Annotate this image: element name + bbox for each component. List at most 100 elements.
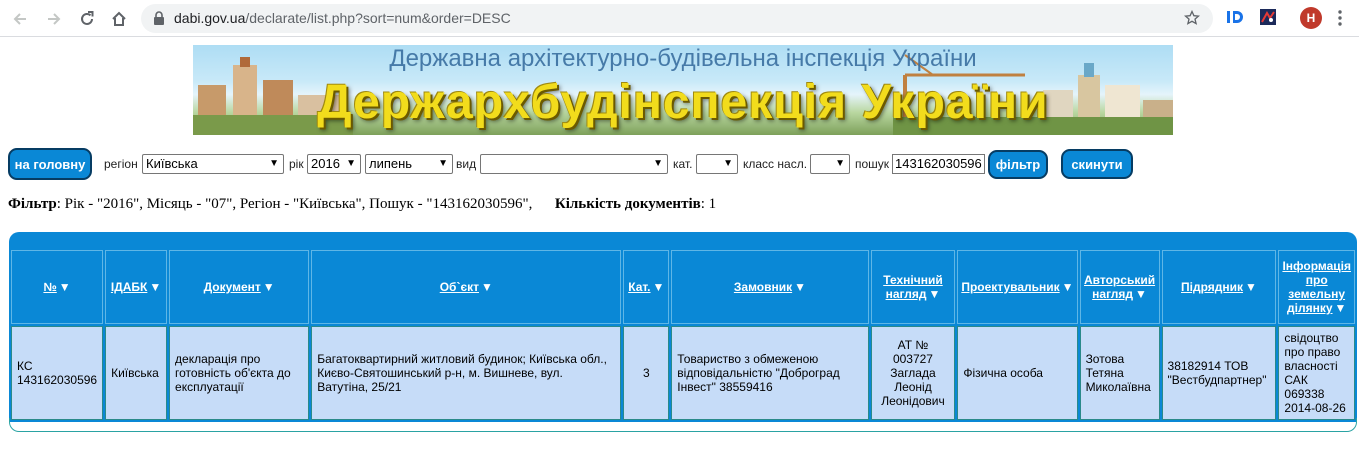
chevron-down-icon: ▼: [723, 158, 733, 169]
more-menu-icon[interactable]: [1338, 9, 1342, 32]
document-count-label: Кількість документів: [554, 196, 701, 212]
forward-arrow-icon[interactable]: [42, 7, 66, 31]
cell-tech-supervision: АТ № 003727 Заглада Леонід Леонідович: [870, 326, 956, 420]
chevron-down-icon: ▼: [835, 158, 845, 169]
filter-summary-text: : Рік - "2016", Місяць - "07", Регіон - …: [56, 196, 533, 212]
column-header-label: ІДАБК: [110, 280, 148, 294]
url-path: /declarate/list.php?sort=num&order=DESC: [245, 10, 511, 26]
type-select[interactable]: ▼: [480, 154, 668, 174]
filter-summary-label: Фільтр: [8, 196, 57, 212]
column-header-object[interactable]: Об`єкт ▼: [311, 250, 622, 324]
documents-table-container: № ▼ ІДАБК ▼ Документ ▼ Об`єкт ▼ Кат. ▼ Замовн…: [9, 232, 1357, 432]
filter-button[interactable]: фільтр: [988, 150, 1048, 179]
sort-arrow-icon: ▼: [1061, 280, 1074, 294]
column-header-contractor[interactable]: Підрядник ▼: [1161, 250, 1277, 324]
column-header-label: Технічний: [883, 273, 943, 287]
sort-arrow-icon: ▼: [794, 280, 807, 294]
avatar-letter: Н: [1306, 11, 1316, 25]
sort-arrow-icon: ▼: [149, 280, 162, 294]
browser-toolbar: dabi.gov.ua/declarate/list.php?sort=num&…: [0, 0, 1359, 37]
sort-arrow-icon: ▼: [1135, 287, 1147, 301]
sort-arrow-icon: ▼: [58, 280, 71, 294]
column-header-number[interactable]: № ▼: [11, 250, 104, 324]
chevron-down-icon: ▼: [269, 158, 279, 169]
cell-land-info: свідоцтво про право власності САК 069338…: [1278, 326, 1355, 420]
month-select[interactable]: липень ▼: [365, 154, 453, 174]
extension-id-icon[interactable]: [1226, 8, 1244, 31]
column-header-customer[interactable]: Замовник ▼: [671, 250, 869, 324]
column-header-label-line2: нагляд: [1092, 287, 1134, 301]
category-select[interactable]: ▼: [696, 154, 738, 174]
banner-title: Держархбудінспекція України: [317, 76, 1049, 129]
cell-contractor: 38182914 ТОВ "Вестбудпартнер": [1161, 326, 1277, 420]
address-bar[interactable]: dabi.gov.ua/declarate/list.php?sort=num&…: [141, 4, 1213, 33]
reset-button[interactable]: скинути: [1061, 149, 1133, 179]
region-select-value: Київська: [146, 156, 198, 171]
cell-object: Багатоквартирний житловий будинок; Київс…: [311, 326, 622, 420]
region-label: регіон: [104, 157, 138, 171]
table-bottom-frame: [9, 418, 1357, 432]
year-label: рік: [289, 157, 304, 171]
search-input[interactable]: 143162030596: [892, 154, 985, 174]
site-banner: Державна архітектурно-будівельна інспекц…: [193, 45, 1173, 135]
column-header-idabk[interactable]: ІДАБК ▼: [105, 250, 168, 324]
category-label: кат.: [673, 157, 693, 171]
home-icon[interactable]: [107, 7, 131, 31]
month-select-value: липень: [369, 156, 413, 171]
column-header-label: Кат.: [628, 280, 651, 294]
column-header-label: Авторський: [1084, 273, 1156, 287]
cell-number: КС 143162030596: [11, 326, 104, 420]
year-select[interactable]: 2016 ▼: [307, 154, 361, 174]
column-header-label: Підрядник: [1181, 280, 1244, 294]
chevron-down-icon: ▼: [653, 158, 663, 169]
search-label: пошук: [855, 157, 890, 171]
type-label: вид: [456, 157, 477, 171]
sort-arrow-icon: ▼: [652, 280, 665, 294]
filter-summary: Фільтр: Рік - "2016", Місяць - "07", Рег…: [8, 196, 716, 213]
column-header-document[interactable]: Документ ▼: [169, 250, 310, 324]
bookmark-star-icon[interactable]: [1183, 9, 1201, 31]
column-header-author-supervision[interactable]: Авторський нагляд ▼: [1079, 250, 1160, 324]
url-host: dabi.gov.ua: [174, 10, 246, 26]
lock-icon: [153, 11, 165, 30]
sort-arrow-icon: ▼: [1334, 301, 1347, 315]
document-count-value: : 1: [700, 196, 717, 212]
documents-table: № ▼ ІДАБК ▼ Документ ▼ Об`єкт ▼ Кат. ▼ Замовн…: [9, 248, 1357, 422]
column-header-label: Об`єкт: [439, 280, 479, 294]
extension-icon[interactable]: [1259, 8, 1277, 31]
chevron-down-icon: ▼: [438, 158, 448, 169]
url-text: dabi.gov.ua/declarate/list.php?sort=num&…: [174, 10, 511, 26]
column-header-tech-supervision[interactable]: Технічний нагляд ▼: [870, 250, 956, 324]
sort-arrow-icon: ▼: [480, 280, 493, 294]
reload-icon[interactable]: [75, 7, 99, 31]
table-top-bar: [9, 232, 1357, 248]
column-header-label: Замовник: [733, 280, 793, 294]
cell-category: 3: [623, 326, 670, 420]
banner-subtitle: Державна архітектурно-будівельна інспекц…: [389, 45, 977, 72]
class-label: класс насл.: [743, 157, 808, 171]
cell-idabk: Київська: [105, 326, 168, 420]
sort-arrow-icon: ▼: [262, 280, 275, 294]
column-header-label: Інформація про земельну: [1282, 259, 1351, 301]
profile-avatar[interactable]: Н: [1300, 7, 1322, 29]
region-select[interactable]: Київська ▼: [142, 154, 284, 174]
chevron-down-icon: ▼: [346, 158, 356, 169]
cell-customer: Товариство з обмеженою відповідальністю …: [671, 326, 869, 420]
column-header-land-info[interactable]: Інформація про земельну ділянку ▼: [1278, 250, 1355, 324]
cell-author-supervision: Зотова Тетяна Миколаївна: [1079, 326, 1160, 420]
table-header-row: № ▼ ІДАБК ▼ Документ ▼ Об`єкт ▼ Кат. ▼ Замовн…: [11, 250, 1355, 324]
class-select[interactable]: ▼: [810, 154, 850, 174]
sort-arrow-icon: ▼: [1245, 280, 1257, 294]
sort-arrow-icon: ▼: [928, 287, 941, 301]
column-header-designer[interactable]: Проектувальник ▼: [957, 250, 1078, 324]
home-button[interactable]: на головну: [8, 148, 92, 180]
cell-document: декларація про готовність об'єкта до екс…: [169, 326, 310, 420]
column-header-category[interactable]: Кат. ▼: [623, 250, 670, 324]
column-header-label-line2: нагляд: [885, 287, 927, 301]
column-header-label-line2: ділянку: [1287, 301, 1333, 315]
table-row[interactable]: КС 143162030596 Київська декларація про …: [11, 326, 1355, 420]
column-header-label: Документ: [203, 280, 261, 294]
cell-designer: Фізична особа: [957, 326, 1078, 420]
year-select-value: 2016: [311, 156, 340, 171]
back-arrow-icon[interactable]: [8, 7, 32, 31]
